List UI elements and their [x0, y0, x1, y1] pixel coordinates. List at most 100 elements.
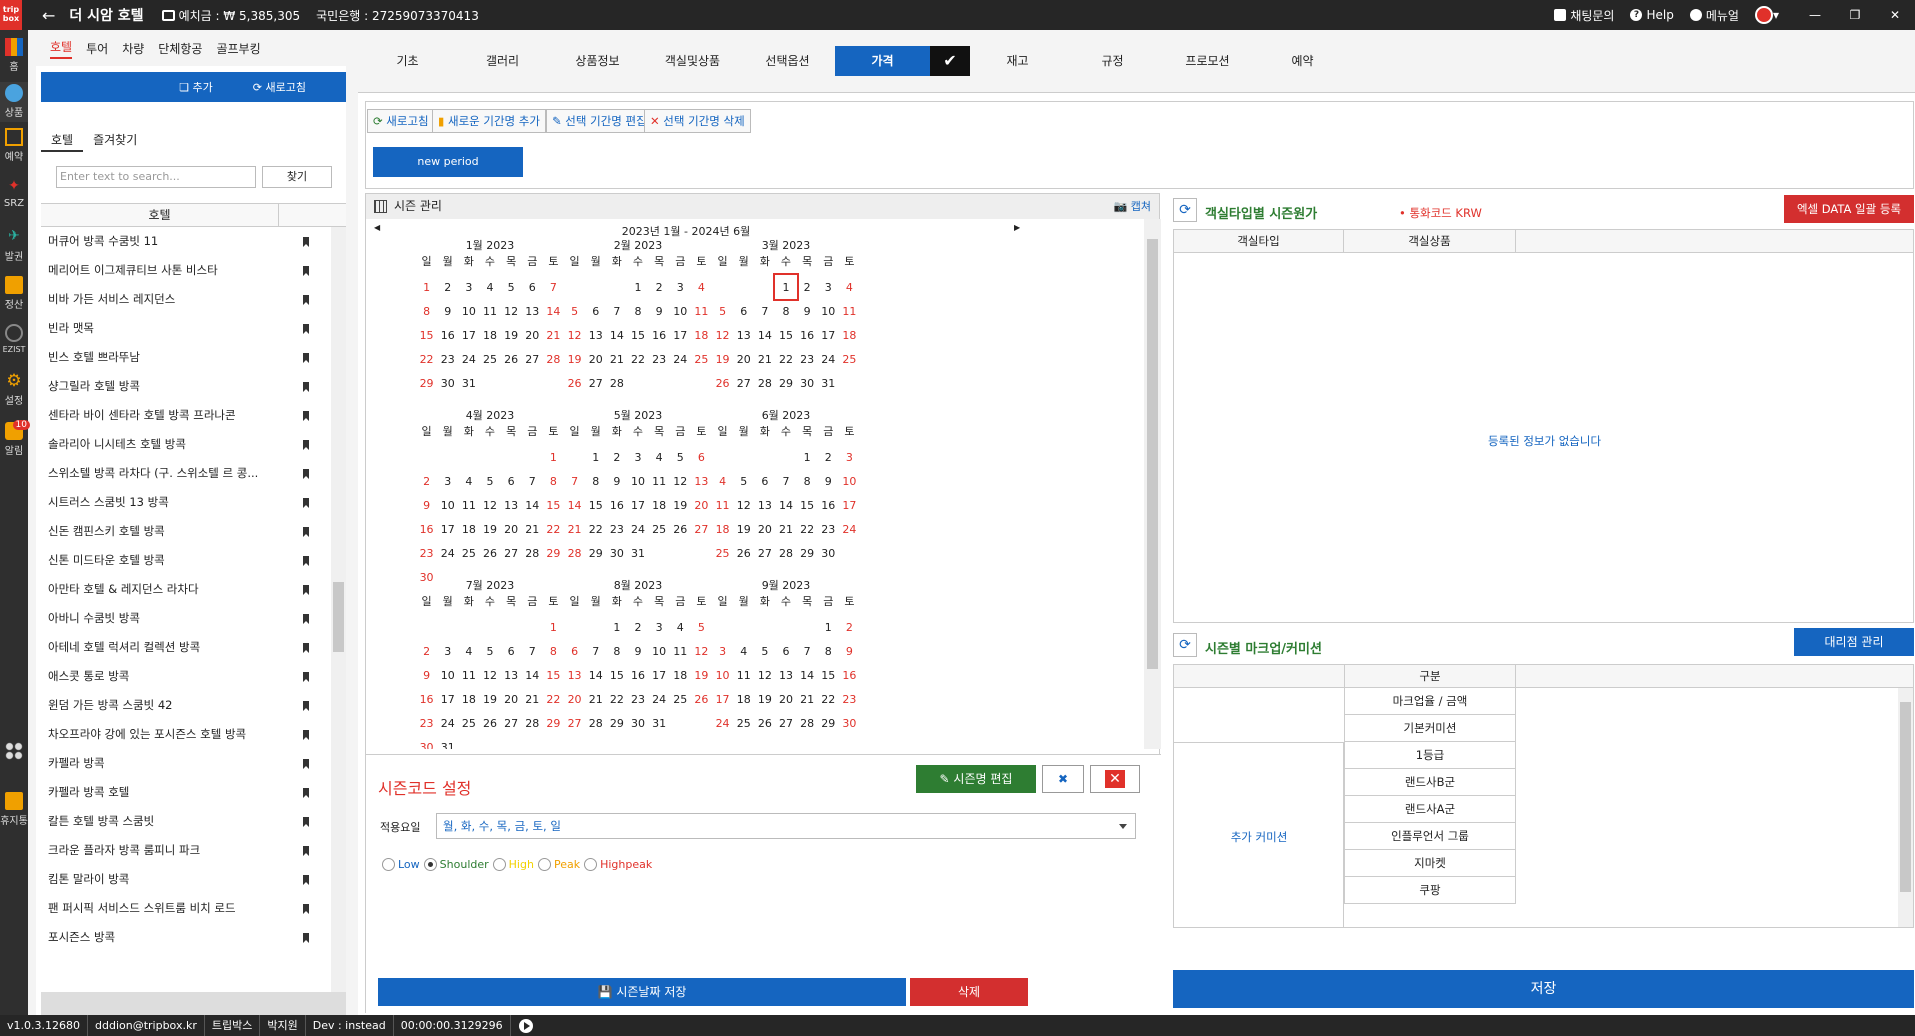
calendar-day[interactable]: 11: [691, 299, 712, 323]
calendar-day[interactable]: 18: [458, 687, 479, 711]
calendar-day[interactable]: 23: [416, 711, 437, 735]
calendar-day[interactable]: 15: [627, 323, 648, 347]
calendar-day[interactable]: 7: [543, 275, 564, 299]
markup-row[interactable]: 지마켓: [1344, 850, 1516, 877]
calendar-day[interactable]: 29: [775, 371, 796, 395]
pin-button[interactable]: ✖: [1042, 765, 1084, 793]
calendar-day[interactable]: 12: [670, 469, 691, 493]
calendar-day[interactable]: 14: [522, 663, 543, 687]
calendar-day[interactable]: 11: [839, 299, 860, 323]
calendar-day[interactable]: 28: [775, 541, 796, 565]
bookmark-icon[interactable]: [303, 585, 309, 595]
tab-1[interactable]: 갤러리: [455, 46, 550, 76]
calendar-day[interactable]: 17: [437, 687, 458, 711]
manual-button[interactable]: 메뉴얼: [1689, 7, 1739, 24]
calendar-day[interactable]: 5: [712, 299, 733, 323]
calendar-day[interactable]: 15: [543, 663, 564, 687]
calendar-day[interactable]: 17: [437, 517, 458, 541]
calendar-day[interactable]: 16: [606, 493, 627, 517]
search-input[interactable]: Enter text to search...: [56, 166, 256, 188]
calendar-day[interactable]: 10: [437, 493, 458, 517]
agency-manage-button[interactable]: 대리점 관리: [1794, 628, 1914, 656]
calendar-day[interactable]: 9: [649, 299, 670, 323]
calendar-day[interactable]: 7: [606, 299, 627, 323]
calendar-day[interactable]: 21: [606, 347, 627, 371]
calendar-day[interactable]: 26: [479, 711, 500, 735]
list-item[interactable]: 센타라 바이 센타라 호텔 방콕 프라나콘: [41, 401, 326, 430]
list-item[interactable]: 빈라 맷목: [41, 314, 326, 343]
levels-scrollbar[interactable]: [1126, 855, 1140, 935]
calendar-day[interactable]: 22: [585, 517, 606, 541]
calendar-day[interactable]: 4: [733, 639, 754, 663]
calendar-day[interactable]: 25: [712, 541, 733, 565]
capture-button[interactable]: 📷 캡쳐: [1114, 194, 1151, 219]
calendar-day[interactable]: 8: [606, 639, 627, 663]
calendar-day[interactable]: 29: [818, 711, 839, 735]
markup-row[interactable]: 랜드사B군: [1344, 769, 1516, 796]
scroll-thumb[interactable]: [1147, 239, 1158, 669]
list-item[interactable]: 칼튼 호텔 방콕 스쿰빗: [41, 807, 326, 836]
list-item[interactable]: 차오프라야 강에 있는 포시즌스 호텔 방콕: [41, 720, 326, 749]
calendar-day[interactable]: 9: [818, 469, 839, 493]
calendar-day[interactable]: 30: [839, 711, 860, 735]
next-arrow-icon[interactable]: ▶: [1014, 223, 1020, 232]
calendar-day[interactable]: 14: [606, 323, 627, 347]
calendar-day[interactable]: 25: [670, 687, 691, 711]
calendar-day[interactable]: 25: [479, 347, 500, 371]
refresh-period-button[interactable]: ⟳ 새로고침: [367, 109, 435, 133]
calendar-day[interactable]: 20: [733, 347, 754, 371]
calendar-day[interactable]: 14: [797, 663, 818, 687]
list-item[interactable]: 솔라리아 니시테츠 호텔 방콕: [41, 430, 326, 459]
calendar-day[interactable]: 10: [627, 469, 648, 493]
bookmark-icon[interactable]: [303, 788, 309, 798]
calendar-day[interactable]: 17: [712, 687, 733, 711]
calendar-day[interactable]: 15: [797, 493, 818, 517]
calendar-day[interactable]: 20: [775, 687, 796, 711]
calendar-day[interactable]: 25: [649, 517, 670, 541]
calendar-day[interactable]: 24: [649, 687, 670, 711]
scroll-thumb[interactable]: [1900, 702, 1911, 892]
calendar-day[interactable]: 15: [416, 323, 437, 347]
calendar-day[interactable]: 12: [733, 493, 754, 517]
calendar-day[interactable]: 19: [712, 347, 733, 371]
delete-period-button[interactable]: ✕ 선택 기간명 삭제: [644, 109, 751, 133]
calendar-day[interactable]: 1: [416, 275, 437, 299]
calendar-day[interactable]: 30: [797, 371, 818, 395]
calendar-day[interactable]: 25: [458, 541, 479, 565]
calendar-day[interactable]: 9: [416, 663, 437, 687]
calendar-day[interactable]: 30: [627, 711, 648, 735]
tab-vehicle[interactable]: 차량: [122, 40, 144, 57]
calendar-day[interactable]: 1: [543, 615, 564, 639]
calendar-day[interactable]: 19: [564, 347, 585, 371]
calendar-day[interactable]: 14: [585, 663, 606, 687]
calendar-day[interactable]: 6: [501, 639, 522, 663]
excel-upload-button[interactable]: 엑셀 DATA 일괄 등록: [1784, 195, 1914, 223]
calendar-day[interactable]: 13: [585, 323, 606, 347]
level-radio[interactable]: Peak: [537, 858, 580, 871]
calendar-day[interactable]: 15: [585, 493, 606, 517]
calendar-day[interactable]: 31: [818, 371, 839, 395]
calendar-day[interactable]: 20: [585, 347, 606, 371]
calendar-day[interactable]: 7: [564, 469, 585, 493]
calendar-day[interactable]: 28: [606, 371, 627, 395]
calendar-day[interactable]: 28: [543, 347, 564, 371]
help-button[interactable]: ? Help: [1630, 8, 1674, 22]
calendar-day[interactable]: 9: [606, 469, 627, 493]
calendar-day[interactable]: 24: [818, 347, 839, 371]
calendar-day[interactable]: 8: [543, 639, 564, 663]
list-item[interactable]: 팬 퍼시픽 서비스드 스위트룸 비치 로드: [41, 894, 326, 923]
calendar-day[interactable]: 3: [458, 275, 479, 299]
calendar-day[interactable]: 22: [627, 347, 648, 371]
markup-row[interactable]: 인플루언서 그룹: [1344, 823, 1516, 850]
calendar-day[interactable]: 10: [839, 469, 860, 493]
close-season-button[interactable]: ✕: [1090, 765, 1140, 793]
calendar-day[interactable]: 5: [691, 615, 712, 639]
account-button[interactable]: ▾: [1754, 6, 1779, 24]
back-arrow-icon[interactable]: ←: [42, 6, 55, 25]
calendar-day[interactable]: 17: [670, 323, 691, 347]
list-item[interactable]: 시트러스 스쿰빗 13 방콕: [41, 488, 326, 517]
calendar-day[interactable]: 11: [479, 299, 500, 323]
calendar-day[interactable]: 13: [501, 663, 522, 687]
bookmark-icon[interactable]: [303, 324, 309, 334]
sidebar-item-home[interactable]: 홈: [0, 38, 28, 73]
